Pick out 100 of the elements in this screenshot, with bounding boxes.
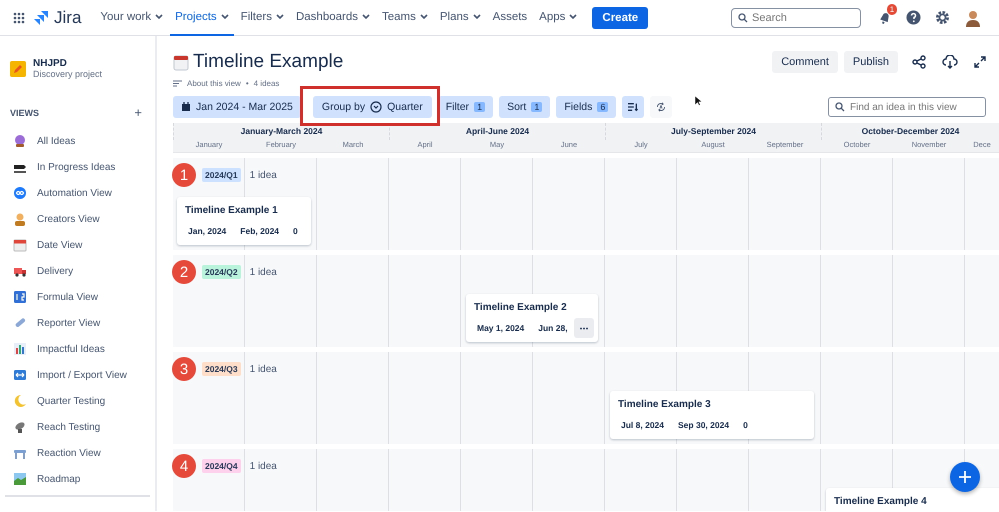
person-icon [13, 212, 27, 226]
idea-card[interactable]: Timeline Example 3 Jul 8, 2024 Sep 30, 2024 0 [610, 391, 814, 439]
about-link[interactable]: About this view [187, 79, 241, 88]
view-item[interactable]: Reaction View [0, 440, 155, 466]
quarter-tag: 2024/Q4 [202, 459, 241, 473]
idea-card[interactable]: Timeline Example 1 Jan, 2024 Feb, 2024 0 [177, 197, 311, 245]
quarter-tag: 2024/Q2 [202, 265, 241, 279]
nav-item[interactable]: Projects [170, 0, 234, 36]
idea-title: Timeline Example 1 [185, 205, 279, 216]
view-item[interactable]: Reporter View [0, 310, 155, 336]
view-item[interactable]: All Ideas [0, 128, 155, 154]
auto-arrange-button[interactable] [650, 96, 672, 118]
calendar-icon [173, 54, 189, 70]
idea-field: Feb, 2024 [240, 226, 280, 236]
chevron-circle-icon [370, 101, 382, 113]
numbers-icon [13, 290, 27, 304]
action-button[interactable]: Comment [772, 51, 838, 73]
more-button[interactable] [574, 318, 594, 338]
view-item[interactable]: Import / Export View [0, 362, 155, 388]
moon-icon [13, 394, 27, 408]
nav-item[interactable]: Apps [534, 0, 582, 36]
idea-title: Timeline Example 3 [618, 399, 712, 410]
infinity-icon [13, 186, 27, 200]
group-by-button[interactable]: Group by Quarter [312, 96, 432, 118]
view-item[interactable]: Reach Testing [0, 414, 155, 440]
count-badge: 1 [474, 102, 486, 112]
view-item[interactable]: Formula View [0, 284, 155, 310]
group-count: 1 idea [250, 266, 277, 278]
nav-item[interactable]: Assets [488, 0, 532, 36]
view-item[interactable]: In Progress Ideas [0, 154, 155, 180]
list-sort-icon [628, 102, 638, 112]
idea-field: Jul 8, 2024 [621, 420, 664, 430]
expand-icon[interactable] [974, 56, 986, 68]
view-item[interactable]: Roadmap [0, 466, 155, 492]
view-item[interactable]: Impactful Ideas [0, 336, 155, 362]
notification-badge: 1 [887, 4, 897, 14]
avatar-icon[interactable] [964, 8, 982, 26]
nav-item[interactable]: Filters [236, 0, 289, 36]
arrows-icon [13, 368, 27, 382]
landscape-icon [13, 472, 27, 486]
view-item[interactable]: Automation View [0, 180, 155, 206]
satellite-icon [13, 420, 27, 434]
toolbar-button[interactable]: Fields 6 [556, 96, 616, 118]
logo-icon [33, 10, 49, 26]
settings-icon[interactable] [935, 10, 950, 25]
idea-card[interactable]: Timeline Example 4 [826, 488, 999, 511]
step-marker: 2 [172, 260, 196, 284]
chevron-icon [362, 14, 370, 20]
find-idea-field[interactable]: Find an idea in this view [828, 97, 986, 117]
nav-item[interactable]: Teams [377, 0, 433, 36]
nav-item[interactable]: Plans [434, 0, 486, 36]
calendar-icon [13, 238, 27, 252]
layout-button[interactable] [622, 96, 644, 118]
plus-icon [959, 471, 971, 483]
section-title: VIEWS [10, 108, 40, 118]
cursor-icon [695, 96, 702, 106]
calendar-icon [181, 102, 191, 112]
idea-field: 0 [743, 420, 748, 430]
quarter-tag: 2024/Q3 [202, 362, 241, 376]
idea-field: May 1, 2024 [477, 323, 524, 333]
help-icon[interactable] [906, 10, 921, 25]
app-grid-icon[interactable] [13, 12, 25, 24]
date-range-button[interactable]: Jan 2024 - Mar 2025 [173, 96, 301, 118]
more-icon [580, 326, 588, 330]
lines-icon [173, 80, 182, 87]
quarter-label: October-December 2024 [821, 123, 999, 140]
view-item[interactable]: Quarter Testing [0, 388, 155, 414]
crystal-ball-icon [13, 134, 27, 148]
chevron-icon [276, 14, 284, 20]
chevron-icon [420, 14, 428, 20]
add-view-button[interactable]: + [134, 106, 142, 119]
product-name[interactable]: Jira [54, 8, 82, 28]
chevron-icon [220, 14, 229, 20]
share-icon[interactable] [912, 55, 926, 69]
view-item[interactable]: Delivery [0, 258, 155, 284]
count-badge: 1 [531, 102, 542, 112]
group-count: 1 idea [250, 460, 277, 472]
create-button[interactable]: Create [592, 6, 648, 28]
idea-title: Timeline Example 4 [834, 496, 928, 507]
view-item[interactable]: Date View [0, 232, 155, 258]
toolbar-button[interactable]: Filter 1 [438, 96, 494, 118]
step-marker: 1 [172, 163, 196, 187]
nav-item[interactable]: Dashboards [290, 0, 375, 36]
quarter-label: January-March 2024 [173, 123, 389, 140]
page-title: Timeline Example [193, 51, 344, 73]
action-button[interactable]: Publish [844, 51, 898, 73]
idea-count: 4 ideas [254, 79, 280, 88]
toolbar-button[interactable]: Sort 1 [499, 96, 550, 118]
nav-item[interactable]: Your work [95, 0, 168, 36]
step-marker: 3 [172, 357, 196, 381]
search-field[interactable]: Search [731, 8, 861, 28]
count-badge: 6 [597, 102, 608, 112]
idea-card[interactable]: Timeline Example 2 May 1, 2024 Jun 28, [466, 294, 598, 342]
idea-field: 0 [293, 226, 298, 236]
cloud-icon[interactable] [942, 55, 958, 69]
view-item[interactable]: Creators View [0, 206, 155, 232]
chevron-icon [569, 14, 578, 20]
group-count: 1 idea [250, 364, 277, 374]
chevron-icon [155, 14, 164, 20]
quarter-tag: 2024/Q1 [202, 168, 241, 182]
